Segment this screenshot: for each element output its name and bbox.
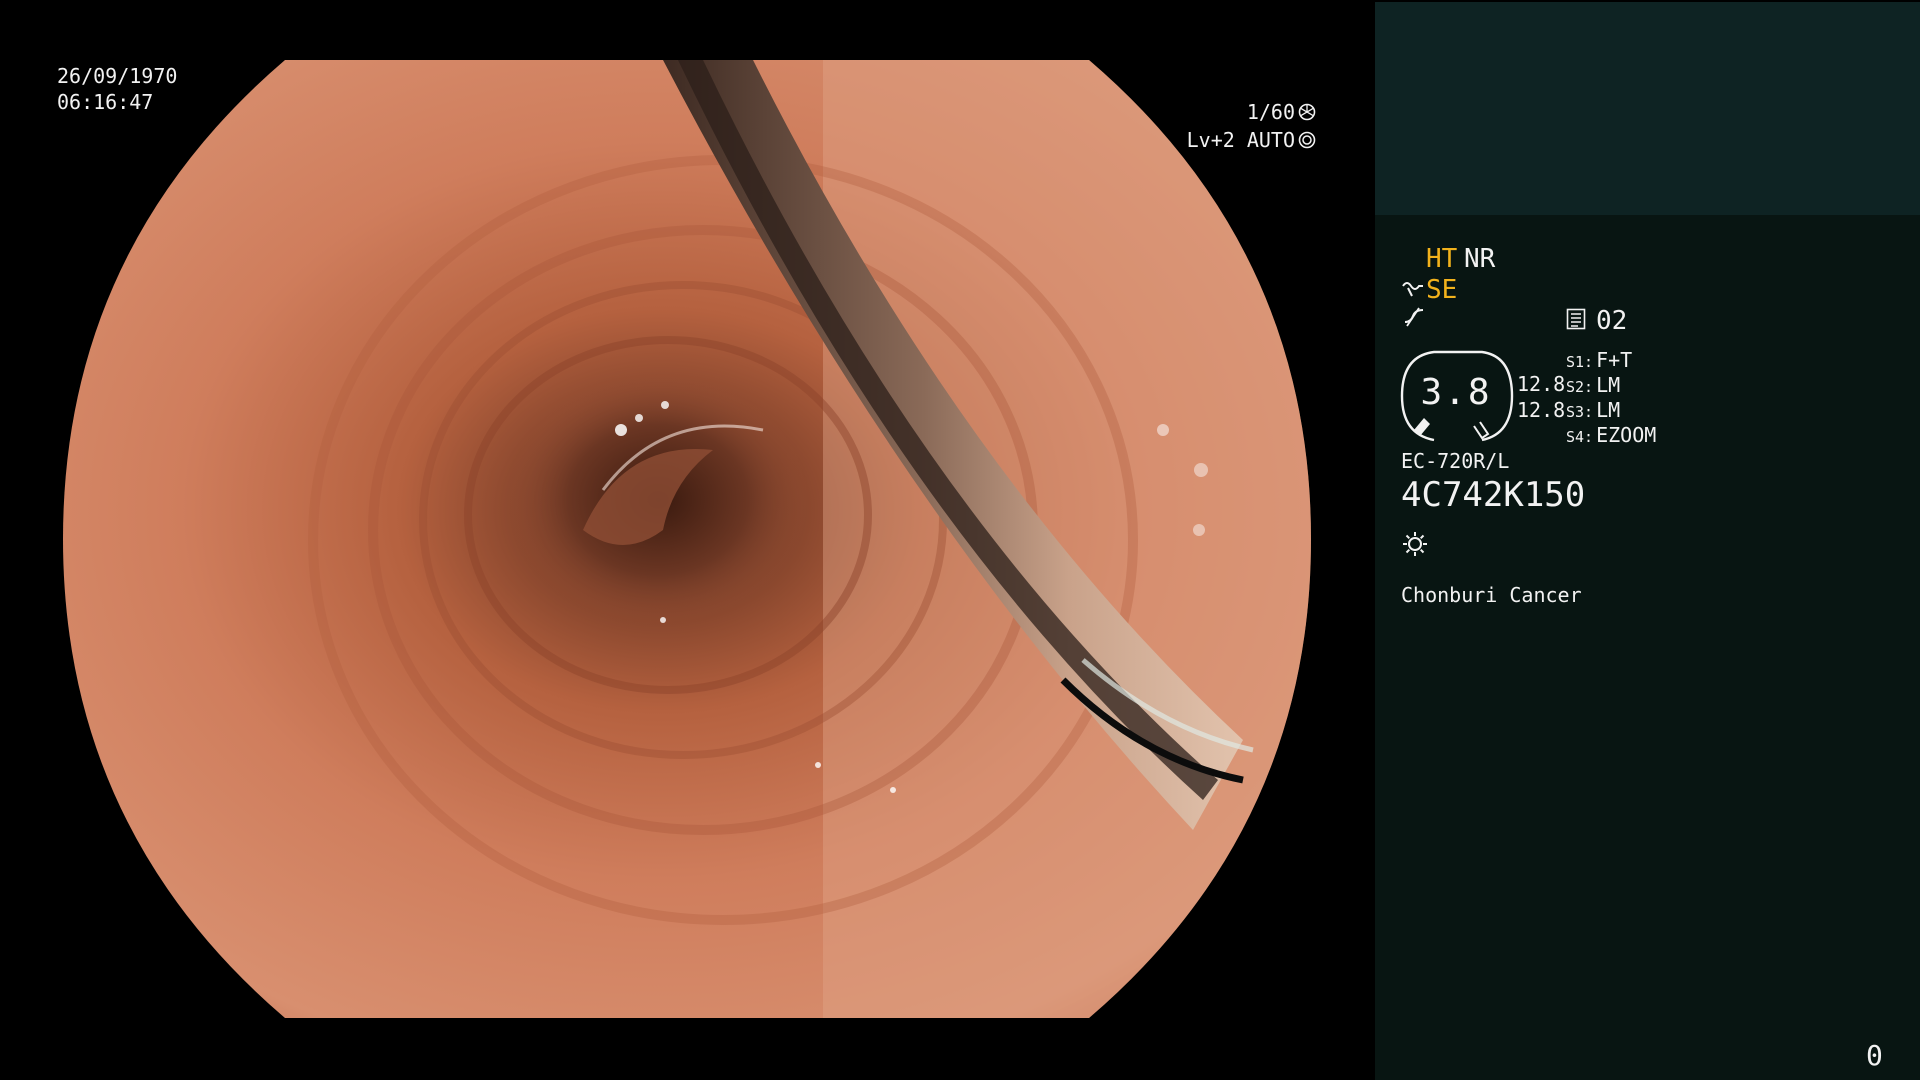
panel-header-area <box>1375 2 1920 215</box>
iris-mode: Lv+2 AUTO <box>1186 128 1295 152</box>
tone-curve-icon <box>1404 307 1424 327</box>
memory-number: 02 <box>1596 306 1628 336</box>
scope-model: EC-720R/L <box>1401 449 1510 473</box>
light-source-icon <box>1403 532 1427 556</box>
lumen-view <box>63 60 1311 1018</box>
endoscope-image <box>63 60 1311 1018</box>
switch-3: S3: LM <box>1566 398 1620 422</box>
iris-icon <box>1298 131 1316 149</box>
switch-value: LM <box>1596 373 1621 397</box>
switch-key: S1: <box>1566 353 1594 371</box>
endoscopy-monitor: 26/09/1970 06:16:47 1/60 Lv+2 AUTO HT NR… <box>0 0 1920 1080</box>
status-panel <box>1375 215 1920 1080</box>
exam-time: 06:16:47 <box>57 90 154 114</box>
zoom-ratio-top: 12.8 <box>1517 372 1566 396</box>
date-time: 26/09/1970 06:16:47 <box>57 63 177 115</box>
switch-key: S4: <box>1566 428 1594 446</box>
switch-1: S1: F+T <box>1566 348 1632 372</box>
zoom-value: 3.8 <box>1420 372 1492 413</box>
memory-icon <box>1566 308 1586 330</box>
shutter-icon <box>1298 103 1316 121</box>
image-counter: 0 <box>1866 1039 1883 1072</box>
switch-key: S2: <box>1566 378 1594 396</box>
exposure-info: 1/60 Lv+2 AUTO <box>1187 98 1316 154</box>
ht-mode: HT <box>1426 244 1458 274</box>
exam-date: 26/09/1970 <box>57 64 178 88</box>
se-mode: SE <box>1426 275 1458 305</box>
shutter-speed: 1/60 <box>1246 100 1295 124</box>
structure-enhance-icon <box>1402 282 1423 297</box>
institution-name: Chonburi Cancer <box>1401 583 1582 607</box>
switch-key: S3: <box>1566 403 1594 421</box>
zoom-ratio-bottom: 12.8 <box>1517 398 1566 422</box>
switch-2: S2: LM <box>1566 373 1620 397</box>
switch-value: LM <box>1596 398 1621 422</box>
switch-4: S4: EZOOM <box>1566 423 1656 447</box>
nr-mode: NR <box>1464 244 1496 274</box>
switch-value: EZOOM <box>1596 423 1657 447</box>
switch-value: F+T <box>1596 348 1633 372</box>
scope-serial: 4C742K150 <box>1401 475 1586 515</box>
